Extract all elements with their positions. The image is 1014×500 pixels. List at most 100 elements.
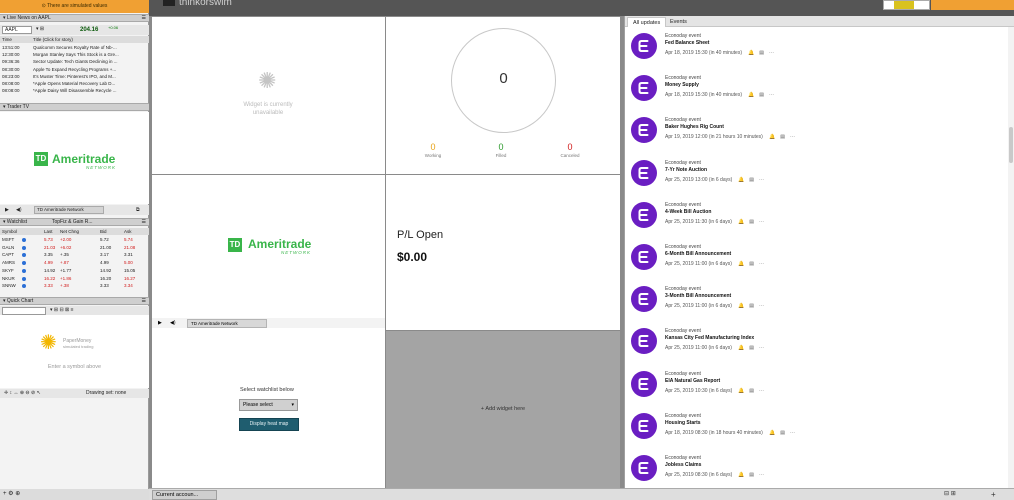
watchlist-row[interactable]: NKUR 16.22 +1.86 16.20 16.27 [0, 275, 149, 283]
drawing-tool-icons[interactable]: ✛ ↕ ↔ ⊕ ⊖ ⊘ ↖ [4, 389, 41, 398]
event-item[interactable]: Econoday event 4-Week Bill Auction Apr 25,… [625, 197, 1009, 239]
bell-icon[interactable]: 🔔 [769, 134, 775, 140]
play-icon[interactable]: ▶ [158, 318, 162, 328]
quick-chart-header[interactable]: ▾ Quick Chart ☰ [0, 297, 149, 305]
event-name[interactable]: Money Supply [665, 82, 699, 88]
info-icon[interactable] [22, 238, 26, 242]
event-item[interactable]: Econoday event Fed Balance Sheet Apr 18, 2… [625, 28, 1009, 70]
current-account-tab[interactable]: Current accoun... [152, 490, 217, 500]
tv-channel-tab[interactable]: TD Ameritrade Network [187, 319, 267, 328]
scrollbar[interactable] [1008, 27, 1014, 488]
display-heatmap-button[interactable]: Display heat map [239, 418, 299, 431]
bell-icon[interactable]: 🔔 [738, 261, 744, 267]
tab-events[interactable]: Events [665, 17, 692, 27]
event-name[interactable]: EIA Natural Gas Report [665, 378, 720, 384]
event-name[interactable]: Housing Starts [665, 420, 701, 426]
more-icon[interactable]: ⋯ [759, 472, 764, 478]
calendar-icon[interactable]: ▤ [759, 50, 764, 56]
calendar-icon[interactable]: ▤ [780, 430, 785, 436]
column-time[interactable]: Time [2, 36, 12, 43]
event-name[interactable]: Kansas City Fed Manufacturing Index [665, 335, 754, 341]
calendar-icon[interactable]: ▤ [749, 345, 754, 351]
bell-icon[interactable]: 🔔 [738, 472, 744, 478]
news-row[interactable]: 08:08:00 *Apple Opens Material Recovery L… [0, 80, 149, 87]
play-icon[interactable]: ▶ [5, 205, 9, 215]
orders-working[interactable]: 0 Working [413, 142, 453, 159]
calendar-icon[interactable]: ▤ [749, 388, 754, 394]
bell-icon[interactable]: 🔔 [738, 345, 744, 351]
more-icon[interactable]: ⋯ [790, 430, 795, 436]
symbol-input[interactable]: AAPL [2, 26, 32, 34]
info-icon[interactable] [22, 253, 26, 258]
bell-icon[interactable]: 🔔 [748, 92, 754, 98]
event-name[interactable]: Jobless Claims [665, 462, 701, 468]
news-row[interactable]: 08:30:00 Apple To Expand Recycling Progra… [0, 66, 149, 73]
more-icon[interactable]: ⋯ [759, 303, 764, 309]
status-icons[interactable]: ⊟ ⊞ [944, 489, 956, 500]
orders-canceled[interactable]: 0 Canceled [550, 142, 590, 159]
watchlist-row[interactable]: MSFT 5.73 +2.00 5.72 5.74 [0, 236, 149, 244]
bell-icon[interactable]: 🔔 [738, 388, 744, 394]
watchlist-header[interactable]: ▾ Watchlist TopFiz & Gain R... ☰ [0, 218, 149, 226]
popout-icon[interactable]: ⧉ [136, 205, 140, 215]
trader-tv-video[interactable]: TD Ameritrade NETWORK [0, 112, 149, 204]
event-item[interactable]: Econoday event Jobless Claims Apr 25, 2019… [625, 450, 1009, 492]
event-name[interactable]: Fed Balance Sheet [665, 40, 709, 46]
quick-chart-area[interactable] [0, 315, 149, 388]
column-symbol[interactable]: Symbol [2, 228, 17, 235]
ad-banner[interactable] [883, 0, 930, 10]
watchlist-row[interactable]: AMRS 4.99 +.87 4.99 5.00 [0, 259, 149, 267]
event-item[interactable]: Econoday event EIA Natural Gas Report Apr … [625, 366, 1009, 408]
column-title[interactable]: Title (Click for story) [33, 36, 73, 43]
tv-channel-tab[interactable]: TD Ameritrade Network [34, 206, 104, 214]
watchlist-selector[interactable]: TopFiz & Gain R... [52, 219, 93, 226]
add-widget-label[interactable]: + Add widget here [386, 406, 620, 412]
menu-icon[interactable]: ☰ [142, 219, 146, 226]
drawing-set-label[interactable]: Drawing set: none [86, 389, 126, 398]
news-row[interactable]: 12:30:00 Morgan Stanley Says This Stock i… [0, 51, 149, 58]
bell-icon[interactable]: 🔔 [738, 219, 744, 225]
volume-icon[interactable]: ◀) [170, 318, 176, 328]
event-name[interactable]: 3-Month Bill Announcement [665, 293, 731, 299]
column-last[interactable]: Last [44, 228, 53, 235]
watchlist-row[interactable]: CAPT 3.35 +.35 3.17 3.31 [0, 251, 149, 259]
news-row[interactable]: 08:08:00 *Apple Daisy Will Disassemble Re… [0, 87, 149, 94]
volume-icon[interactable]: ◀) [16, 205, 22, 215]
bell-icon[interactable]: 🔔 [748, 50, 754, 56]
event-item[interactable]: Econoday event 6-Month Bill Announcement A… [625, 239, 1009, 281]
add-icon[interactable]: + [991, 489, 996, 500]
more-icon[interactable]: ⋯ [790, 134, 795, 140]
news-row[interactable]: 13:51:00 Qualcomm Secures Royalty Rate of… [0, 44, 149, 51]
column-ask[interactable]: Ask [124, 228, 132, 235]
column-bid[interactable]: Bid [100, 228, 107, 235]
calendar-icon[interactable]: ▤ [749, 261, 754, 267]
event-item[interactable]: Econoday event 7-Yr Note Auction Apr 25, 2… [625, 155, 1009, 197]
event-item[interactable]: Econoday event 3-Month Bill Announcement A… [625, 281, 1009, 323]
news-row[interactable]: 09:36:36 Sector Update: Tech Giants Decli… [0, 58, 149, 65]
calendar-icon[interactable]: ▤ [749, 177, 754, 183]
watchlist-row[interactable]: SNNW 3.33 +.38 3.33 3.34 [0, 282, 149, 290]
watchlist-row[interactable]: SKYF 14.92 +1.77 14.92 15.05 [0, 267, 149, 275]
calendar-icon[interactable]: ▤ [749, 472, 754, 478]
ameritrade-network-widget[interactable] [152, 175, 385, 330]
more-icon[interactable]: ⋯ [759, 177, 764, 183]
bell-icon[interactable]: 🔔 [769, 430, 775, 436]
add-gadget-icon[interactable]: + ⚙ ⊕ [3, 491, 20, 497]
live-news-header[interactable]: ▾ Live News on AAPL ☰ [0, 14, 149, 22]
event-item[interactable]: Econoday event Housing Starts Apr 18, 2019… [625, 408, 1009, 450]
calendar-icon[interactable]: ▤ [749, 303, 754, 309]
event-item[interactable]: Econoday event Baker Hughes Rig Count Apr … [625, 112, 1009, 154]
bell-icon[interactable]: 🔔 [738, 303, 744, 309]
event-name[interactable]: 4-Week Bill Auction [665, 209, 711, 215]
orders-filled[interactable]: 0 Filled [481, 142, 521, 159]
event-name[interactable]: Baker Hughes Rig Count [665, 124, 724, 130]
news-row[interactable]: 08:23:00 It's Muster Time: Pinterest's IP… [0, 73, 149, 80]
more-icon[interactable]: ⋯ [759, 388, 764, 394]
calendar-icon[interactable]: ▤ [780, 134, 785, 140]
event-item[interactable]: Econoday event Kansas City Fed Manufactur… [625, 323, 1009, 365]
info-icon[interactable] [22, 276, 26, 281]
bell-icon[interactable]: 🔔 [738, 177, 744, 183]
event-name[interactable]: 7-Yr Note Auction [665, 167, 707, 173]
info-icon[interactable] [22, 284, 26, 289]
calendar-icon[interactable]: ▤ [759, 92, 764, 98]
